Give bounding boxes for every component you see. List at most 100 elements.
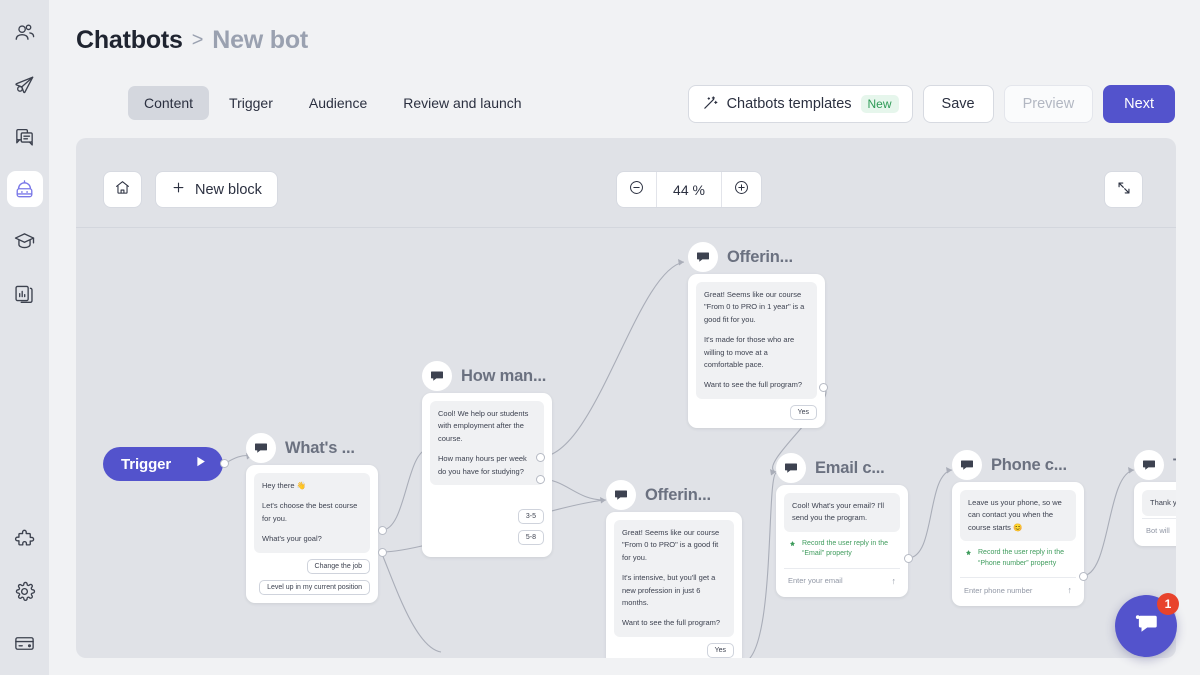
tab-content[interactable]: Content: [128, 86, 209, 120]
quick-reply-button[interactable]: Level up in my current position: [259, 580, 370, 595]
node-output-dot[interactable]: [378, 548, 387, 557]
breadcrumb-root[interactable]: Chatbots: [76, 26, 183, 55]
node-email-collect[interactable]: Email c... Cool! What's your email? I'll…: [776, 453, 908, 597]
quick-reply-button[interactable]: 3-5: [518, 509, 544, 524]
plus-icon: [171, 180, 186, 199]
tab-audience[interactable]: Audience: [293, 86, 383, 120]
chatbots-icon: [13, 178, 36, 201]
chat-widget-button[interactable]: 1: [1115, 595, 1177, 657]
quick-reply-row: 3-5: [430, 509, 544, 524]
node-card: Great! Seems like our course "From 0 to …: [606, 512, 742, 658]
sidebar-item-billing[interactable]: [7, 625, 43, 661]
save-button[interactable]: Save: [923, 85, 994, 123]
sidebar-item-analytics[interactable]: [7, 275, 43, 311]
quick-reply-button[interactable]: Yes: [707, 643, 734, 658]
node-output-dot[interactable]: [536, 453, 545, 462]
node-offering-pro-year[interactable]: Offerin... Great! Seems like our course …: [688, 242, 825, 428]
message-line: Let's choose the best course for you.: [262, 500, 362, 525]
node-message-bubble: Leave us your phone, so we can contact y…: [960, 490, 1076, 541]
minus-circle-icon: [628, 179, 645, 201]
arrow-up-icon[interactable]: ↑: [1068, 585, 1073, 595]
tab-bar: Content Trigger Audience Review and laun…: [128, 86, 538, 120]
breadcrumb-separator: >: [192, 29, 203, 52]
node-message-bubble: Cool! What's your email? I'll send you t…: [784, 493, 900, 532]
zoom-level-value[interactable]: 44 %: [656, 172, 722, 207]
sidebar-top-group: [7, 0, 43, 319]
sidebar-item-chatbots[interactable]: [7, 171, 43, 207]
header-actions: Chatbots templates New Save Preview Next: [688, 85, 1175, 123]
node-card: Great! Seems like our course "From 0 to …: [688, 274, 825, 428]
node-offering-pro-months[interactable]: Offerin... Great! Seems like our course …: [606, 480, 742, 658]
home-button[interactable]: [103, 171, 142, 208]
node-how-many-hours[interactable]: How man... Cool! We help our students wi…: [422, 361, 552, 557]
node-output-dot[interactable]: [536, 475, 545, 484]
plus-badge-icon: [788, 540, 797, 554]
node-title: How man...: [461, 367, 546, 386]
left-sidebar: [0, 0, 49, 675]
chat-bubble-icon: [1134, 450, 1164, 480]
sidebar-item-integrations[interactable]: [7, 521, 43, 557]
tab-trigger[interactable]: Trigger: [213, 86, 289, 120]
node-output-dot[interactable]: [904, 554, 913, 563]
contacts-icon: [13, 22, 36, 45]
node-card: Leave us your phone, so we can contact y…: [952, 482, 1084, 606]
plus-circle-icon: [733, 179, 750, 201]
node-card: Hey there 👋 Let's choose the best course…: [246, 465, 378, 603]
quick-reply-button[interactable]: Change the job: [307, 559, 370, 574]
node-card: Cool! What's your email? I'll send you t…: [776, 485, 908, 597]
quick-reply-row: Change the job: [254, 559, 370, 574]
plus-badge-icon: [964, 549, 973, 563]
message-line: Leave us your phone, so we can contact y…: [968, 497, 1068, 534]
zoom-out-button[interactable]: [617, 172, 656, 207]
node-card: Cool! We help our students with employme…: [422, 393, 552, 557]
flow-graph[interactable]: Trigger What's ... Hey there 👋 Let: [76, 228, 1176, 658]
integrations-icon: [13, 528, 36, 551]
tab-review-and-launch[interactable]: Review and launch: [387, 86, 537, 120]
user-input-field[interactable]: Enter phone number ↑: [960, 577, 1076, 598]
node-message-bubble: Thank you! program 📧: [1142, 490, 1176, 516]
quick-reply-row: Level up in my current position: [254, 580, 370, 595]
chat-bubble-icon: [952, 450, 982, 480]
node-title: Phone c...: [991, 456, 1067, 475]
trigger-output-dot[interactable]: [220, 459, 229, 468]
node-whats-goal[interactable]: What's ... Hey there 👋 Let's choose the …: [246, 433, 378, 603]
new-block-button[interactable]: New block: [155, 171, 278, 208]
node-output-dot[interactable]: [819, 383, 828, 392]
input-placeholder: Enter phone number: [964, 586, 1032, 595]
node-phone-collect[interactable]: Phone c... Leave us your phone, so we ca…: [952, 450, 1084, 606]
node-footer: Bot will: [1142, 518, 1176, 538]
sidebar-item-contacts[interactable]: [7, 15, 43, 51]
node-title: What's ...: [285, 439, 355, 458]
expand-arrows-icon: [1116, 180, 1132, 200]
input-placeholder: Enter your email: [788, 576, 843, 585]
quick-reply-button[interactable]: 5-8: [518, 530, 544, 545]
message-line: Want to see the full program?: [704, 379, 809, 391]
chatbots-templates-button[interactable]: Chatbots templates New: [688, 85, 913, 123]
node-output-dot[interactable]: [378, 526, 387, 535]
sidebar-item-courses[interactable]: [7, 223, 43, 259]
node-header: Email c...: [776, 453, 908, 483]
zoom-in-button[interactable]: [722, 172, 761, 207]
user-input-field[interactable]: Enter your email ↑: [784, 568, 900, 589]
magic-wand-icon: [702, 94, 719, 115]
node-header: What's ...: [246, 433, 378, 463]
sidebar-item-campaigns[interactable]: [7, 67, 43, 103]
templates-new-badge: New: [861, 95, 899, 113]
trigger-node[interactable]: Trigger: [103, 447, 223, 481]
node-thank-you[interactable]: T Thank you! program 📧 Bot will: [1134, 450, 1176, 546]
node-title: Offerin...: [645, 486, 711, 505]
chat-bubble-icon: [606, 480, 636, 510]
message-line: Great! Seems like our course "From 0 to …: [704, 289, 809, 326]
app-root: Chatbots > New bot Content Trigger Audie…: [0, 0, 1200, 675]
expand-canvas-button[interactable]: [1104, 171, 1143, 208]
sidebar-item-chats[interactable]: [7, 119, 43, 155]
arrow-up-icon[interactable]: ↑: [892, 576, 897, 586]
message-line: It's intensive, but you'll get a new pro…: [622, 572, 726, 609]
flow-canvas[interactable]: New block 44 %: [76, 138, 1176, 658]
quick-reply-button[interactable]: Yes: [790, 405, 817, 420]
sidebar-item-settings[interactable]: [7, 573, 43, 609]
node-output-dot[interactable]: [1079, 572, 1088, 581]
next-button[interactable]: Next: [1103, 85, 1175, 123]
record-property-text: Record the user reply in the “Email” pro…: [802, 539, 896, 560]
preview-button[interactable]: Preview: [1004, 85, 1094, 123]
